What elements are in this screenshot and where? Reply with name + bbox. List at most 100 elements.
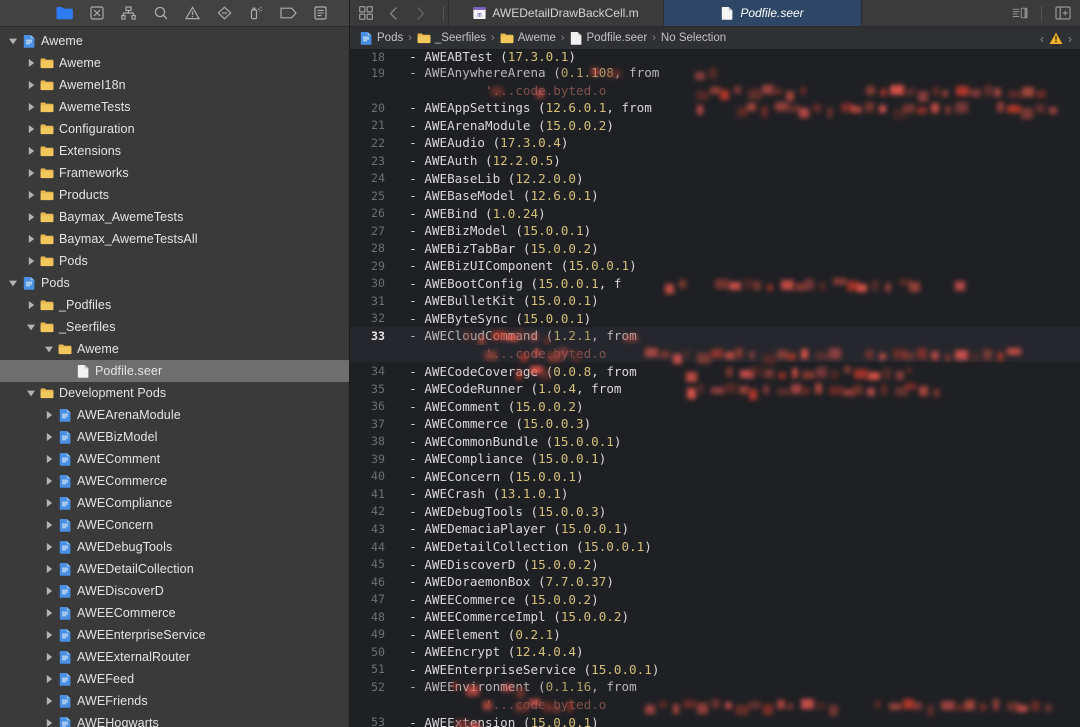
code-line[interactable]: 21 - AWEArenaModule (15.0.0.2) xyxy=(350,117,1080,135)
sidebar-item-aweexternalrouter[interactable]: AWEExternalRouter xyxy=(0,646,349,668)
chevron-right-icon[interactable] xyxy=(24,124,38,134)
sidebar-item--seerfiles[interactable]: _Seerfiles xyxy=(0,316,349,338)
sidebar-item-awehogwarts[interactable]: AWEHogwarts xyxy=(0,712,349,727)
source-editor[interactable]: 18 - AWEABTest (17.3.0.1) 19 - AWEAnywher… xyxy=(350,50,1080,727)
sidebar-item-aweme[interactable]: Aweme xyxy=(0,338,349,360)
code-line[interactable]: 33 - AWECloudCommand (1.2.1, from xyxy=(350,327,1080,348)
code-line[interactable]: 42 - AWEDebugTools (15.0.0.3) xyxy=(350,503,1080,521)
breadcrumb[interactable]: Pods › _Seerfiles › Aweme › Podfile.seer › No Se… xyxy=(350,27,1080,50)
test-navigator-icon[interactable] xyxy=(216,5,233,21)
code-line[interactable]: 50 - AWEEncrypt (12.4.0.4) xyxy=(350,643,1080,661)
code-line-continuation[interactable]: '...code.byted.o xyxy=(350,696,1080,716)
navigate-back-icon[interactable] xyxy=(385,5,401,21)
code-line[interactable]: 25 - AWEBaseModel (12.6.0.1) xyxy=(350,187,1080,205)
sidebar-item-aweecommerce[interactable]: AWEECommerce xyxy=(0,602,349,624)
tab-podfile-seer[interactable]: Podfile.seer xyxy=(664,0,862,26)
breakpoint-navigator-icon[interactable] xyxy=(280,5,297,21)
chevron-right-icon[interactable] xyxy=(42,410,56,420)
sidebar-item-awecomment[interactable]: AWEComment xyxy=(0,448,349,470)
chevron-right-icon[interactable] xyxy=(24,80,38,90)
code-line[interactable]: 24 - AWEBaseLib (12.2.0.0) xyxy=(350,169,1080,187)
chevron-right-icon[interactable] xyxy=(24,300,38,310)
chevron-right-icon[interactable] xyxy=(24,256,38,266)
code-line[interactable]: 47 - AWEECommerce (15.0.0.2) xyxy=(350,590,1080,608)
chevron-right-icon[interactable] xyxy=(42,476,56,486)
code-line[interactable]: 44 - AWEDetailCollection (15.0.0.1) xyxy=(350,538,1080,556)
code-line[interactable]: 29 - AWEBizUIComponent (15.0.0.1) xyxy=(350,257,1080,275)
sidebar-item--podfiles[interactable]: _Podfiles xyxy=(0,294,349,316)
sidebar-item-pods[interactable]: Pods xyxy=(0,272,349,294)
chevron-right-icon[interactable] xyxy=(24,212,38,222)
breadcrumb-item-no-selection[interactable]: No Selection xyxy=(661,32,726,44)
sidebar-item-aweme[interactable]: Aweme xyxy=(0,52,349,74)
code-line[interactable]: 30 - AWEBootConfig (15.0.0.1, f xyxy=(350,275,1080,294)
chevron-right-icon[interactable] xyxy=(42,454,56,464)
chevron-right-icon[interactable] xyxy=(42,674,56,684)
code-line[interactable]: 35 - AWECodeRunner (1.0.4, from xyxy=(350,380,1080,401)
sidebar-item-awefriends[interactable]: AWEFriends xyxy=(0,690,349,712)
show-tabs-icon[interactable] xyxy=(358,5,374,21)
chevron-right-icon[interactable] xyxy=(42,498,56,508)
sidebar-item-awefeed[interactable]: AWEFeed xyxy=(0,668,349,690)
code-line[interactable]: 45 - AWEDiscoverD (15.0.0.2) xyxy=(350,555,1080,573)
code-line[interactable]: 38 - AWECommonBundle (15.0.0.1) xyxy=(350,432,1080,450)
code-line[interactable]: 34 - AWECodeCoverage (0.0.8, from xyxy=(350,362,1080,382)
find-navigator-icon[interactable] xyxy=(152,5,169,21)
sidebar-item-awearenamodule[interactable]: AWEArenaModule xyxy=(0,404,349,426)
debug-navigator-icon[interactable] xyxy=(248,5,265,21)
sidebar-item-awedetailcollection[interactable]: AWEDetailCollection xyxy=(0,558,349,580)
code-line[interactable]: 32 - AWEByteSync (15.0.0.1) xyxy=(350,310,1080,328)
issue-navigator-icon[interactable] xyxy=(184,5,201,21)
sidebar-item-aweenterpriseservice[interactable]: AWEEnterpriseService xyxy=(0,624,349,646)
code-line-continuation[interactable]: '...code.byted.o xyxy=(350,82,1080,102)
sidebar-item-awedebugtools[interactable]: AWEDebugTools xyxy=(0,536,349,558)
code-line[interactable]: 37 - AWECommerce (15.0.0.3) xyxy=(350,415,1080,433)
sidebar-item-awemei18n[interactable]: AwemeI18n xyxy=(0,74,349,96)
chevron-down-icon[interactable] xyxy=(6,278,20,288)
sidebar-item-pods[interactable]: Pods xyxy=(0,250,349,272)
chevron-right-icon[interactable] xyxy=(24,190,38,200)
chevron-right-icon[interactable] xyxy=(42,696,56,706)
sidebar-item-configuration[interactable]: Configuration xyxy=(0,118,349,140)
editor-tabs[interactable]: m AWEDetailDrawBackCell.m Podfile.seer xyxy=(448,0,1012,26)
navigate-forward-icon[interactable] xyxy=(412,5,428,21)
symbol-navigator-icon[interactable] xyxy=(120,5,137,21)
chevron-right-icon[interactable] xyxy=(42,520,56,530)
code-line[interactable]: 20 - AWEAppSettings (12.6.0.1, from xyxy=(350,99,1080,120)
breadcrumb-item-pods[interactable]: Pods xyxy=(360,31,403,45)
sidebar-item-awecommerce[interactable]: AWECommerce xyxy=(0,470,349,492)
code-line[interactable]: 18 - AWEABTest (17.3.0.1) xyxy=(350,50,1080,64)
sidebar-item-awebizmodel[interactable]: AWEBizModel xyxy=(0,426,349,448)
add-editor-icon[interactable] xyxy=(1055,5,1071,21)
report-navigator-icon[interactable] xyxy=(312,5,329,21)
code-line[interactable]: 26 - AWEBind (1.0.24) xyxy=(350,204,1080,222)
code-line[interactable]: 27 - AWEBizModel (15.0.0.1) xyxy=(350,222,1080,240)
chevron-right-icon[interactable] xyxy=(42,718,56,727)
sidebar-item-aweconcern[interactable]: AWEConcern xyxy=(0,514,349,536)
sidebar-item-podfile-seer[interactable]: Podfile.seer xyxy=(0,360,349,382)
code-line[interactable]: 39 - AWECompliance (15.0.0.1) xyxy=(350,450,1080,468)
sidebar-item-awemetests[interactable]: AwemeTests xyxy=(0,96,349,118)
sidebar-item-development-pods[interactable]: Development Pods xyxy=(0,382,349,404)
code-line[interactable]: 41 - AWECrash (13.1.0.1) xyxy=(350,485,1080,503)
chevron-right-icon[interactable] xyxy=(42,432,56,442)
source-control-navigator-icon[interactable] xyxy=(88,5,105,21)
chevron-right-icon[interactable] xyxy=(24,58,38,68)
project-tree[interactable]: Aweme Aweme AwemeI18n AwemeTests Configurati… xyxy=(0,27,349,727)
breadcrumb-item-aweme[interactable]: Aweme xyxy=(500,32,556,44)
chevron-right-icon[interactable] xyxy=(24,146,38,156)
sidebar-item-awecompliance[interactable]: AWECompliance xyxy=(0,492,349,514)
sidebar-item-frameworks[interactable]: Frameworks xyxy=(0,162,349,184)
chevron-right-icon[interactable] xyxy=(42,542,56,552)
editor-options-icon[interactable] xyxy=(1012,5,1028,21)
sidebar-item-aweme[interactable]: Aweme xyxy=(0,30,349,52)
chevron-right-icon[interactable] xyxy=(24,168,38,178)
previous-issue-icon[interactable]: ‹ xyxy=(1040,32,1044,46)
chevron-down-icon[interactable] xyxy=(42,344,56,354)
code-line[interactable]: 51 - AWEEnterpriseService (15.0.0.1) xyxy=(350,661,1080,679)
code-line[interactable]: 52 - AWEEnvironment (0.1.16, from xyxy=(350,678,1080,699)
sidebar-item-extensions[interactable]: Extensions xyxy=(0,140,349,162)
code-line[interactable]: 40 - AWEConcern (15.0.0.1) xyxy=(350,468,1080,486)
code-line[interactable]: 43 - AWEDemaciaPlayer (15.0.0.1) xyxy=(350,520,1080,538)
chevron-right-icon[interactable] xyxy=(42,586,56,596)
